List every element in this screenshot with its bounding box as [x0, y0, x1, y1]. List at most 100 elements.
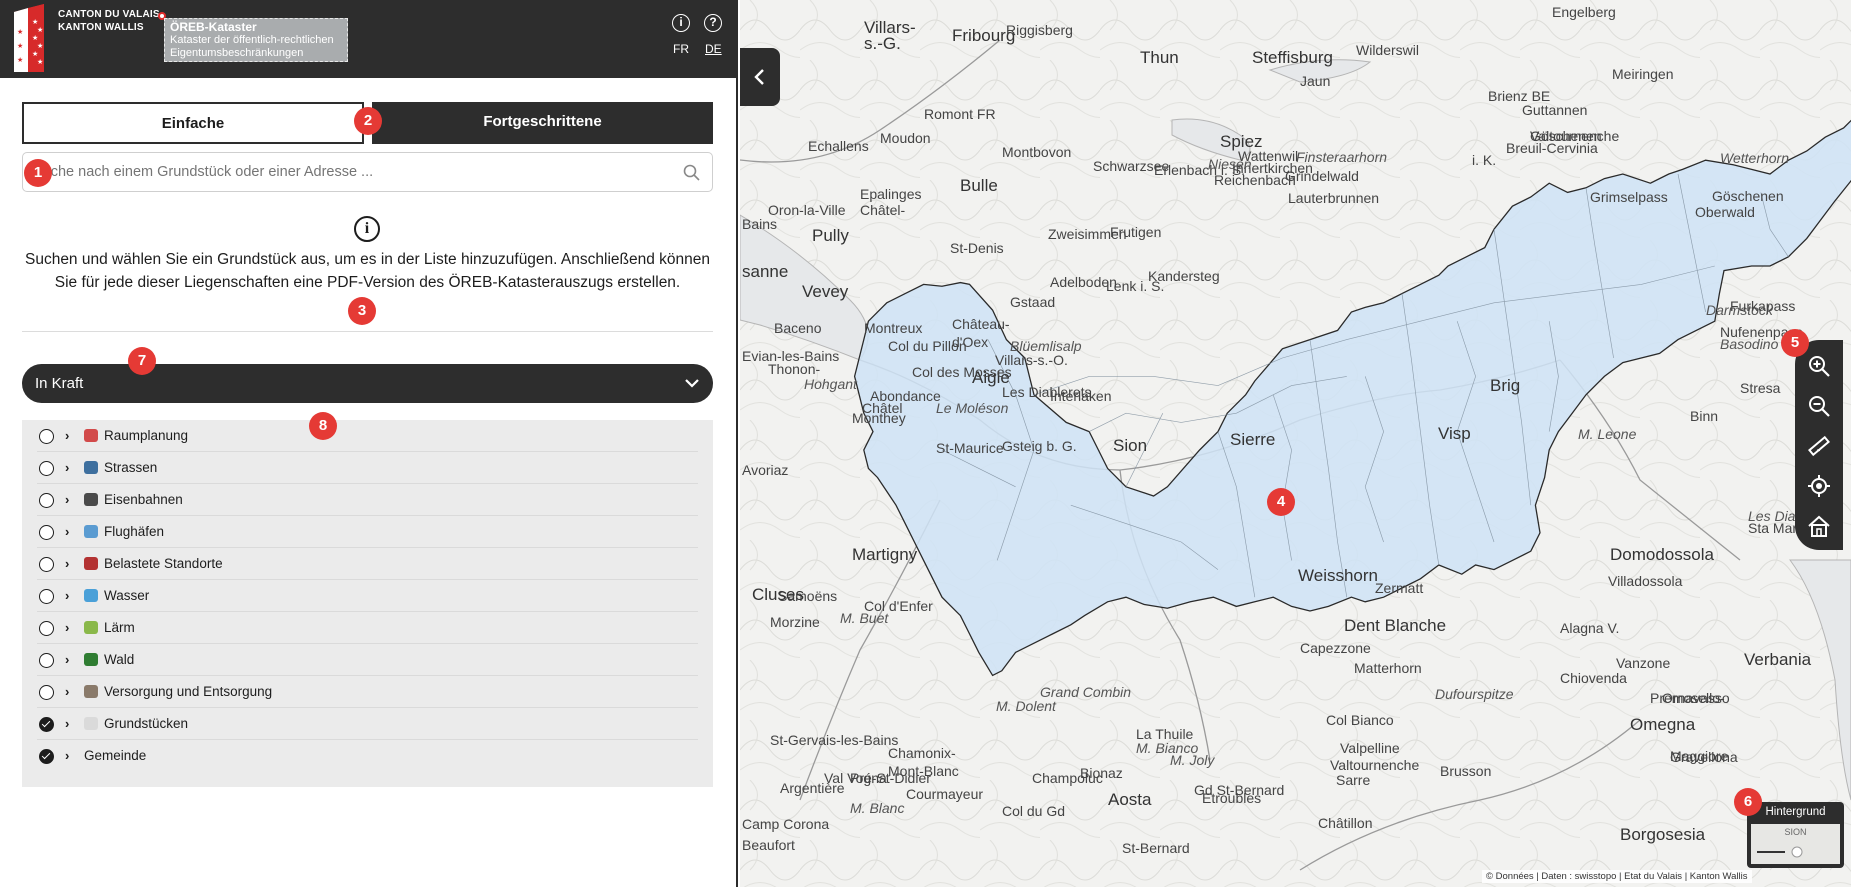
- canton-flag-logo: ★ ★ ★ ★ ★ ★ ★ ★ ★: [14, 4, 44, 72]
- map-place-label: Col du Gd: [1002, 803, 1066, 819]
- map-place-label: Vanzone: [1616, 655, 1671, 671]
- lang-de-link[interactable]: DE: [705, 42, 722, 56]
- chevron-right-icon[interactable]: ›: [65, 492, 75, 507]
- map-place-label: M. Buet: [840, 610, 889, 626]
- lang-fr-link[interactable]: FR: [673, 42, 689, 56]
- marker-2: 2: [354, 107, 382, 135]
- map-place-label: Villars-s.-O.: [995, 352, 1068, 368]
- layer-theme-icon: [84, 525, 98, 538]
- collapse-panel-button[interactable]: [740, 48, 780, 106]
- zoom-in-icon[interactable]: [1807, 354, 1831, 378]
- status-filter-value: In Kraft: [35, 375, 84, 392]
- chevron-right-icon[interactable]: ›: [65, 588, 75, 603]
- map-place-label: St-Gervais-les-Bains: [770, 732, 899, 748]
- search-input[interactable]: [33, 153, 683, 191]
- layer-row[interactable]: › Wasser: [22, 580, 713, 612]
- layer-toggle[interactable]: [39, 461, 54, 476]
- map-place-label: Châtel: [862, 400, 903, 416]
- layer-name: Flughäfen: [104, 524, 165, 539]
- chevron-right-icon[interactable]: ›: [65, 684, 75, 699]
- svg-text:★: ★: [32, 34, 38, 42]
- chevron-right-icon[interactable]: ›: [65, 620, 75, 635]
- map-place-label: sanne: [742, 262, 789, 281]
- layer-row[interactable]: › Gemeinde: [22, 740, 713, 772]
- layer-toggle[interactable]: [39, 493, 54, 508]
- ruler-icon[interactable]: [1807, 434, 1831, 458]
- chevron-right-icon[interactable]: ›: [65, 428, 75, 443]
- chevron-right-icon[interactable]: ›: [65, 716, 75, 731]
- map-place-label: Oberwald: [1695, 204, 1755, 220]
- home-icon[interactable]: [1807, 514, 1831, 538]
- layer-row[interactable]: › Versorgung und Entsorgung: [22, 676, 713, 708]
- layer-toggle[interactable]: [39, 621, 54, 636]
- tab-simple[interactable]: Einfache: [22, 102, 364, 144]
- layer-toggle[interactable]: [39, 653, 54, 668]
- chevron-down-icon: [685, 379, 699, 388]
- map-place-label: Kandersteg: [1148, 268, 1220, 284]
- svg-text:★: ★: [32, 50, 38, 58]
- map-place-label: Château-: [952, 316, 1010, 332]
- layer-row[interactable]: › Lärm: [22, 612, 713, 644]
- svg-text:★: ★: [17, 56, 23, 64]
- layer-name: Lärm: [104, 620, 135, 635]
- background-switcher[interactable]: Hintergrund SION: [1747, 802, 1844, 868]
- chevron-right-icon[interactable]: ›: [65, 524, 75, 539]
- map-toolbar: [1795, 340, 1843, 550]
- map-place-label: Col Bianco: [1326, 712, 1394, 728]
- map-place-label: Thun: [1140, 48, 1179, 67]
- map-place-label: Brig: [1490, 376, 1521, 395]
- app-subtitle-line1: Kataster der öffentlich-rechtlichen: [170, 34, 334, 46]
- map-view[interactable]: Villars-s.-G. Fribourg Riggisberg Thun Steff…: [740, 0, 1851, 887]
- chevron-right-icon[interactable]: ›: [65, 460, 75, 475]
- map-place-label: Pré-St-Didier: [850, 770, 931, 786]
- map-place-label: Bains: [742, 216, 778, 232]
- search-icon[interactable]: [683, 164, 700, 181]
- map-place-label: Vevey: [802, 282, 849, 301]
- layer-row[interactable]: › Wald: [22, 644, 713, 676]
- map-place-label: M. Dolent: [996, 698, 1056, 714]
- map-place-label: Morzine: [770, 614, 820, 630]
- map-place-label: Capezzone: [1300, 640, 1371, 656]
- map-place-label: Guttannen: [1522, 102, 1588, 118]
- chevron-right-icon[interactable]: ›: [65, 748, 75, 763]
- map-place-label: Stresa: [1740, 380, 1781, 396]
- layer-toggle[interactable]: [39, 749, 54, 764]
- tab-advanced[interactable]: Fortgeschrittene: [372, 102, 713, 144]
- layer-row[interactable]: › Strassen: [22, 452, 713, 484]
- layer-tree: › Raumplanung › Strassen › Eisenbahnen › Flughä…: [22, 420, 713, 787]
- map-place-label: Brusson: [1440, 763, 1492, 779]
- layer-toggle[interactable]: [39, 717, 54, 732]
- marker-6: 6: [1734, 788, 1762, 816]
- map-place-label: Steffisburg: [1252, 48, 1333, 67]
- map-place-label: Frutigen: [1110, 224, 1162, 240]
- layer-row[interactable]: › Grundstücken: [22, 708, 713, 740]
- layer-row[interactable]: › Eisenbahnen: [22, 484, 713, 516]
- chevron-right-icon[interactable]: ›: [65, 556, 75, 571]
- map-place-label: Reichenbach: [1214, 172, 1296, 188]
- map-place-label: Châtillon: [1318, 815, 1373, 831]
- layer-toggle[interactable]: [39, 557, 54, 572]
- map-place-label: M. Blanc: [850, 800, 905, 816]
- layer-row[interactable]: › Raumplanung: [22, 420, 713, 452]
- layer-toggle[interactable]: [39, 525, 54, 540]
- chevron-right-icon[interactable]: ›: [65, 652, 75, 667]
- layer-name: Wald: [104, 652, 135, 667]
- locate-icon[interactable]: [1807, 474, 1831, 498]
- status-filter-dropdown[interactable]: In Kraft: [22, 364, 713, 403]
- layer-toggle[interactable]: [39, 429, 54, 444]
- map-place-label: Engelberg: [1552, 4, 1616, 20]
- map-place-label: Valtournenche: [1530, 128, 1620, 144]
- zoom-out-icon[interactable]: [1807, 394, 1831, 418]
- help-icon[interactable]: ?: [704, 14, 722, 32]
- layer-toggle[interactable]: [39, 685, 54, 700]
- layer-row[interactable]: › Belastete Standorte: [22, 548, 713, 580]
- map-place-label: St-Bernard: [1122, 840, 1190, 856]
- layer-name: Wasser: [104, 588, 150, 603]
- layer-name: Gemeinde: [84, 748, 147, 763]
- layer-theme-icon: [84, 717, 98, 730]
- layer-toggle[interactable]: [39, 589, 54, 604]
- layer-row[interactable]: › Flughäfen: [22, 516, 713, 548]
- info-icon[interactable]: i: [672, 14, 690, 32]
- map-place-label: Oron-la-Ville: [768, 202, 846, 218]
- map-place-label: Dufourspitze: [1435, 686, 1514, 702]
